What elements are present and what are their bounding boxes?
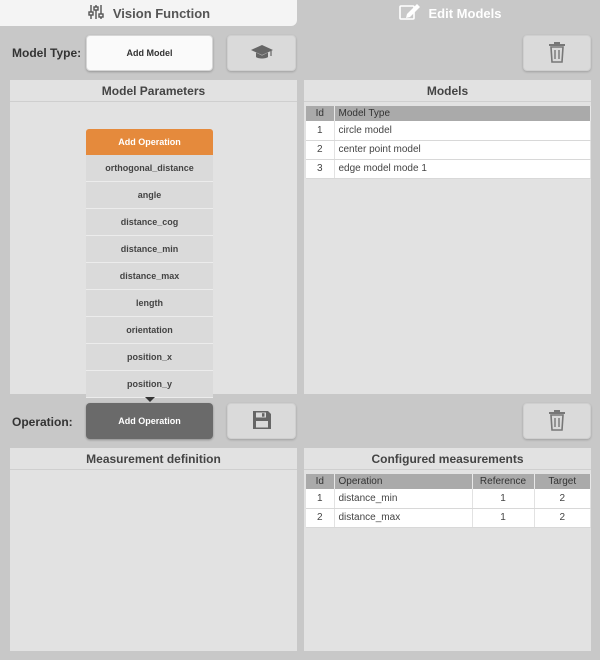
models-table: Id Model Type 1 circle model 2 center point… [306,106,591,179]
tab-vision-function-label: Vision Function [112,5,211,21]
cm-col-target: Target [534,474,591,489]
floppy-disk-icon [252,410,272,432]
add-operation-button[interactable]: Add Operation [86,403,213,439]
measurement-operation-cell: distance_max [334,508,473,528]
operation-dropdown: Add Operation orthogonal_distance angle di… [86,129,213,398]
configured-measurements-title: Configured measurements [304,448,591,470]
model-type-cell: edge model mode 1 [334,159,591,179]
measurement-definition-panel: Measurement definition [10,448,297,651]
dropdown-option[interactable]: orthogonal_distance [86,155,213,182]
teach-model-button[interactable] [227,35,296,71]
measurement-id-cell: 2 [306,508,335,528]
delete-model-button[interactable] [523,35,591,71]
measurement-id-cell: 1 [306,489,335,509]
models-col-type: Model Type [334,106,591,121]
graduation-cap-icon [250,44,274,62]
tab-edit-models-label: Edit Models [428,5,502,21]
models-title: Models [304,80,591,102]
delete-measurement-button[interactable] [523,403,591,439]
model-id-cell: 1 [306,121,335,141]
trash-icon [548,409,566,433]
table-row[interactable]: 2 distance_max 1 2 [306,508,591,528]
model-id-cell: 3 [306,159,335,179]
tab-edit-models[interactable]: Edit Models [300,0,600,26]
dropdown-option[interactable]: orientation [86,317,213,344]
measurement-definition-title: Measurement definition [10,448,297,470]
cm-col-id: Id [306,474,335,489]
measurement-operation-cell: distance_min [334,489,473,509]
table-row[interactable]: 1 circle model [306,121,591,141]
caret-down-icon [145,397,155,402]
dropdown-option[interactable]: position_y [86,371,213,398]
trash-icon [548,41,566,65]
measurement-target-cell: 2 [534,489,591,509]
sliders-icon [87,3,113,24]
models-col-id: Id [306,106,335,121]
tab-vision-function[interactable]: Vision Function [0,0,297,26]
dropdown-header[interactable]: Add Operation [86,129,213,155]
dropdown-option[interactable]: angle [86,182,213,209]
model-id-cell: 2 [306,140,335,160]
model-type-label: Model Type: [12,46,82,60]
dropdown-option[interactable]: position_x [86,344,213,371]
measurement-reference-cell: 1 [472,489,535,509]
dropdown-option[interactable]: distance_max [86,263,213,290]
models-panel: Models Id Model Type 1 circle model 2 cente… [304,80,591,394]
measurement-target-cell: 2 [534,508,591,528]
model-type-cell: center point model [334,140,591,160]
table-row[interactable]: 2 center point model [306,140,591,160]
operation-label: Operation: [12,415,73,429]
edit-icon [398,3,429,24]
model-parameters-title: Model Parameters [10,80,297,102]
dropdown-option[interactable]: distance_min [86,236,213,263]
table-row[interactable]: 3 edge model mode 1 [306,159,591,179]
dropdown-option[interactable]: distance_cog [86,209,213,236]
add-model-button[interactable]: Add Model [86,35,213,71]
model-type-cell: circle model [334,121,591,141]
table-row[interactable]: 1 distance_min 1 2 [306,489,591,509]
dropdown-option[interactable]: length [86,290,213,317]
configured-measurements-table: Id Operation Reference Target 1 distance_… [306,474,591,528]
configured-measurements-panel: Configured measurements Id Operation Ref… [304,448,591,651]
cm-col-reference: Reference [472,474,535,489]
measurement-reference-cell: 1 [472,508,535,528]
save-operation-button[interactable] [227,403,296,439]
cm-col-operation: Operation [334,474,473,489]
